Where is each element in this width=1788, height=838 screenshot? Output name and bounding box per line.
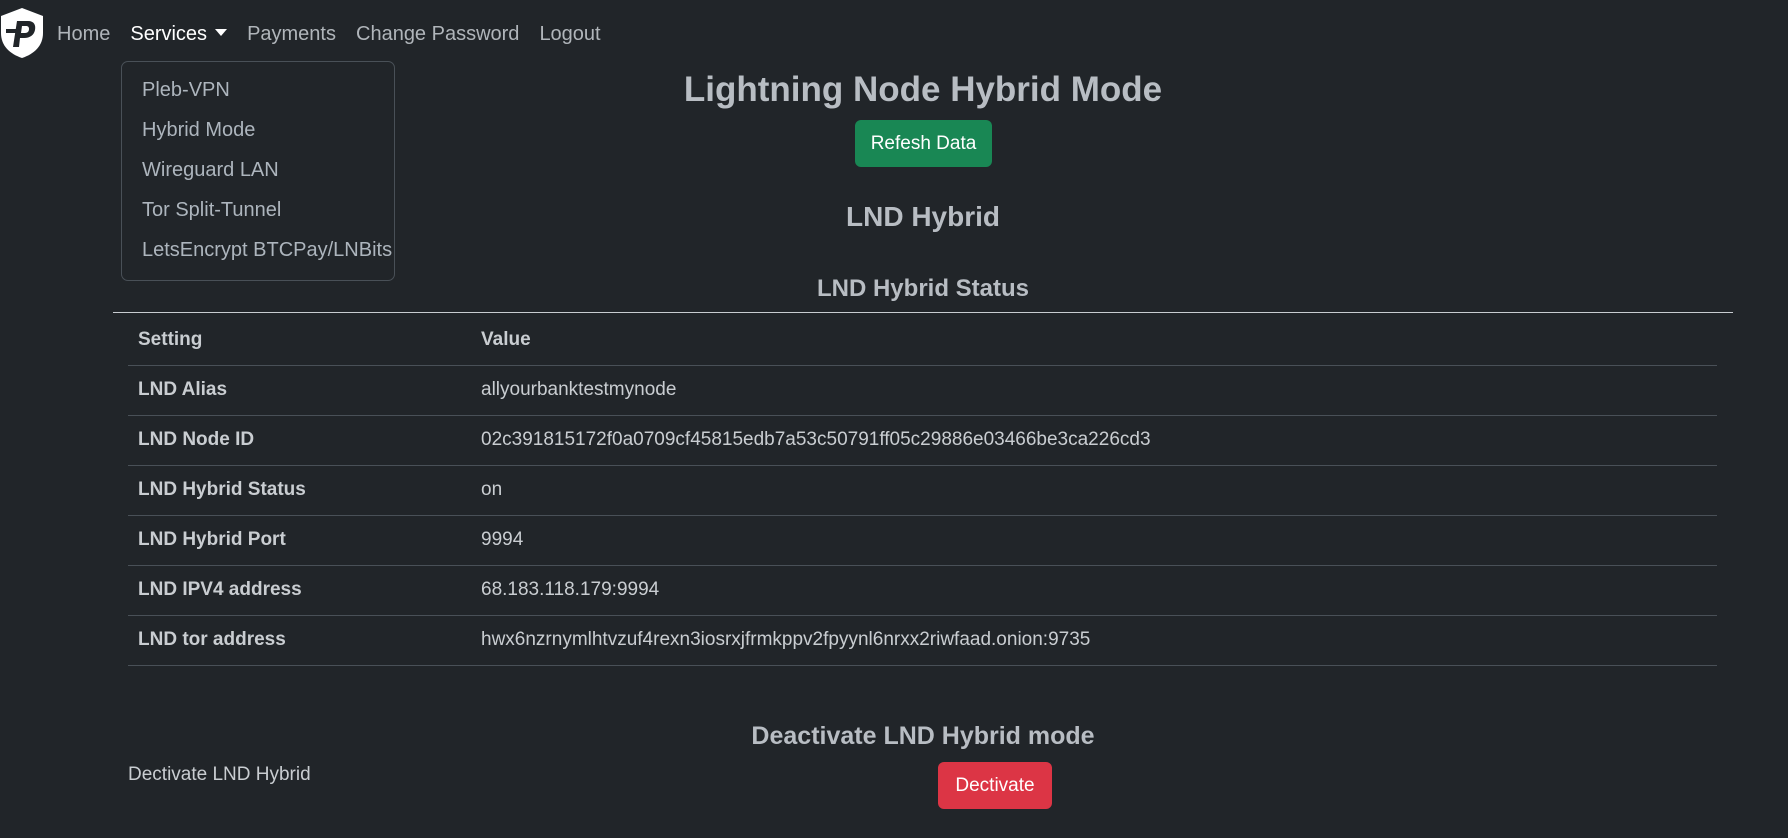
value-cell: 68.183.118.179:9994: [471, 565, 1717, 616]
table-row: LND Node ID 02c391815172f0a0709cf45815ed…: [128, 415, 1717, 466]
setting-cell: LND Node ID: [128, 415, 471, 466]
services-dropdown-menu: Pleb-VPN Hybrid Mode Wireguard LAN Tor S…: [121, 61, 395, 281]
menu-item-tor-split-tunnel[interactable]: Tor Split-Tunnel: [122, 190, 394, 230]
table-row: LND Hybrid Status on: [128, 465, 1717, 516]
value-cell: on: [471, 465, 1717, 516]
menu-item-letsencrypt[interactable]: LetsEncrypt BTCPay/LNBits: [122, 230, 394, 270]
nav-services-label: Services: [130, 23, 208, 45]
status-table: Setting Value LND Alias allyourbanktestm…: [128, 315, 1717, 666]
setting-cell: LND tor address: [128, 615, 471, 666]
nav-change-password-link[interactable]: Change Password: [356, 21, 519, 47]
nav-payments-link[interactable]: Payments: [247, 21, 336, 47]
menu-item-pleb-vpn[interactable]: Pleb-VPN: [122, 70, 394, 110]
refresh-data-button[interactable]: Refesh Data: [855, 120, 992, 167]
nav-links: Home Services Payments Change Password L…: [57, 21, 621, 47]
value-cell: 02c391815172f0a0709cf45815edb7a53c50791f…: [471, 415, 1717, 466]
setting-cell: LND Hybrid Port: [128, 515, 471, 566]
table-row: LND tor address hwx6nzrnymlhtvzuf4rexn3i…: [128, 615, 1717, 666]
deactivate-label: Dectivate LND Hybrid: [128, 764, 311, 785]
page: Home Services Payments Change Password L…: [0, 0, 1788, 838]
nav-services-dropdown[interactable]: Services: [130, 21, 228, 47]
table-row: LND IPV4 address 68.183.118.179:9994: [128, 565, 1717, 616]
table-row: LND Hybrid Port 9994: [128, 515, 1717, 566]
nav-logout-link[interactable]: Logout: [539, 21, 600, 47]
value-cell: 9994: [471, 515, 1717, 566]
navbar: Home Services Payments Change Password L…: [0, 0, 1788, 66]
value-cell: allyourbanktestmynode: [471, 365, 1717, 416]
deactivate-button[interactable]: Dectivate: [938, 762, 1052, 809]
header-setting: Setting: [128, 315, 471, 366]
nav-home-link[interactable]: Home: [57, 21, 110, 47]
value-cell: hwx6nzrnymlhtvzuf4rexn3iosrxjfrmkppv2fpy…: [471, 615, 1717, 666]
caret-down-icon: [215, 29, 228, 36]
deactivate-title: Deactivate LND Hybrid mode: [751, 722, 1095, 750]
divider: [113, 312, 1733, 313]
table-row: LND Alias allyourbanktestmynode: [128, 365, 1717, 416]
setting-cell: LND IPV4 address: [128, 565, 471, 616]
menu-item-hybrid-mode[interactable]: Hybrid Mode: [122, 110, 394, 150]
setting-cell: LND Hybrid Status: [128, 465, 471, 516]
menu-item-wireguard-lan[interactable]: Wireguard LAN: [122, 150, 394, 190]
table-header-row: Setting Value: [128, 315, 1717, 366]
header-value: Value: [471, 315, 1717, 366]
setting-cell: LND Alias: [128, 365, 471, 416]
pleb-logo-icon[interactable]: [0, 7, 44, 59]
